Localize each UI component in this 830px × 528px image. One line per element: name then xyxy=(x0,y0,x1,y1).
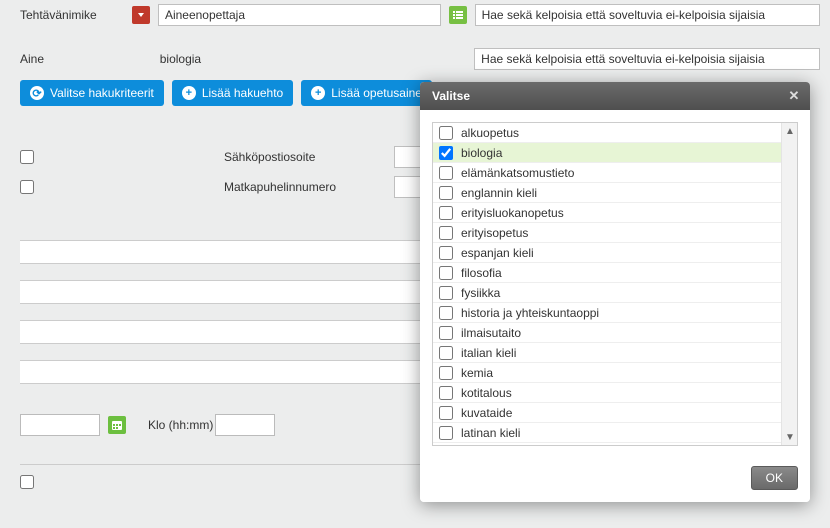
list-item[interactable]: filosofia xyxy=(433,263,781,283)
title-input[interactable]: Aineenopettaja xyxy=(158,4,441,26)
option-checkbox[interactable] xyxy=(439,366,453,380)
option-label: latinan kieli xyxy=(461,426,520,440)
option-label: kemia xyxy=(461,366,493,380)
refresh-icon: ⟳ xyxy=(30,86,44,100)
title-criteria-input[interactable]: Hae sekä kelpoisia että soveltuvia ei-ke… xyxy=(475,4,820,26)
option-checkbox[interactable] xyxy=(439,386,453,400)
list-item[interactable]: fysiikka xyxy=(433,283,781,303)
list-item[interactable]: biologia xyxy=(433,143,781,163)
calendar-icon[interactable] xyxy=(108,416,126,434)
modal-title: Valitse xyxy=(432,89,470,103)
option-checkbox[interactable] xyxy=(439,286,453,300)
scroll-down-icon[interactable]: ▼ xyxy=(782,429,798,445)
option-list: alkuopetus biologia elämänkatsomustieto eng… xyxy=(432,122,798,446)
option-checkbox[interactable] xyxy=(439,226,453,240)
option-label: ilmaisutaito xyxy=(461,326,521,340)
ok-button[interactable]: OK xyxy=(751,466,798,490)
list-item[interactable]: kotitalous xyxy=(433,383,781,403)
close-icon[interactable]: ✕ xyxy=(786,88,802,104)
modal-footer: OK xyxy=(420,458,810,502)
bottom-checkbox[interactable] xyxy=(20,475,34,489)
list-item[interactable]: historia ja yhteiskuntaoppi xyxy=(433,303,781,323)
option-checkbox[interactable] xyxy=(439,186,453,200)
option-label: italian kieli xyxy=(461,346,516,360)
collapse-icon[interactable] xyxy=(132,6,150,24)
title-label: Tehtävänimike xyxy=(20,8,124,22)
option-label: englannin kieli xyxy=(461,186,537,200)
add-criteria-label: Lisää hakuehto xyxy=(202,86,283,100)
plus-icon: + xyxy=(182,86,196,100)
klo-label: Klo (hh:mm) xyxy=(148,418,213,432)
option-label: kuvataide xyxy=(461,406,512,420)
subject-criteria-input[interactable]: Hae sekä kelpoisia että soveltuvia ei-ke… xyxy=(474,48,820,70)
option-checkbox[interactable] xyxy=(439,206,453,220)
add-subject-button[interactable]: + Lisää opetusaine xyxy=(301,80,432,106)
title-value: Aineenopettaja xyxy=(165,8,245,22)
add-subject-label: Lisää opetusaine xyxy=(331,86,422,100)
email-checkbox[interactable] xyxy=(20,150,34,164)
option-label: fysiikka xyxy=(461,286,500,300)
select-criteria-label: Valitse hakukriteerit xyxy=(50,86,154,100)
scroll-up-icon[interactable]: ▲ xyxy=(782,123,798,139)
select-criteria-button[interactable]: ⟳ Valitse hakukriteerit xyxy=(20,80,164,106)
option-label: filosofia xyxy=(461,266,502,280)
select-modal: Valitse ✕ alkuopetus biologia elämänkatsom… xyxy=(420,82,810,502)
title-row: Tehtävänimike Aineenopettaja Hae sekä ke… xyxy=(0,0,830,30)
option-checkbox[interactable] xyxy=(439,166,453,180)
subject-value: biologia xyxy=(158,52,441,66)
list-item[interactable]: latinan kieli xyxy=(433,423,781,443)
option-checkbox[interactable] xyxy=(439,346,453,360)
option-label: historia ja yhteiskuntaoppi xyxy=(461,306,599,320)
modal-header: Valitse ✕ xyxy=(420,82,810,110)
option-label: kotitalous xyxy=(461,386,512,400)
ok-label: OK xyxy=(766,471,783,485)
list-item[interactable]: espanjan kieli xyxy=(433,243,781,263)
option-checkbox[interactable] xyxy=(439,266,453,280)
klo-input[interactable] xyxy=(215,414,275,436)
list-item[interactable]: kemia xyxy=(433,363,781,383)
option-checkbox[interactable] xyxy=(439,246,453,260)
email-label: Sähköpostiosoite xyxy=(54,150,374,164)
option-checkbox[interactable] xyxy=(439,306,453,320)
list-item[interactable]: italian kieli xyxy=(433,343,781,363)
list-item[interactable]: alkuopetus xyxy=(433,123,781,143)
add-criteria-button[interactable]: + Lisää hakuehto xyxy=(172,80,293,106)
list-item[interactable]: erityisluokanopetus xyxy=(433,203,781,223)
modal-body: alkuopetus biologia elämänkatsomustieto eng… xyxy=(420,110,810,458)
list-item[interactable]: englannin kieli xyxy=(433,183,781,203)
option-label: espanjan kieli xyxy=(461,246,534,260)
list-item[interactable]: kuvataide xyxy=(433,403,781,423)
option-label: erityisluokanopetus xyxy=(461,206,564,220)
phone-label: Matkapuhelinnumero xyxy=(54,180,374,194)
phone-checkbox[interactable] xyxy=(20,180,34,194)
option-label: erityisopetus xyxy=(461,226,528,240)
list-item[interactable]: ilmaisutaito xyxy=(433,323,781,343)
option-list-scroll[interactable]: alkuopetus biologia elämänkatsomustieto eng… xyxy=(433,123,781,445)
option-checkbox[interactable] xyxy=(439,406,453,420)
scrollbar[interactable]: ▲ ▼ xyxy=(781,123,797,445)
list-item[interactable]: elämänkatsomustieto xyxy=(433,163,781,183)
plus-icon: + xyxy=(311,86,325,100)
subject-label: Aine xyxy=(20,52,124,66)
option-checkbox[interactable] xyxy=(439,326,453,340)
option-label: biologia xyxy=(461,146,502,160)
date-input[interactable] xyxy=(20,414,100,436)
title-criteria-value: Hae sekä kelpoisia että soveltuvia ei-ke… xyxy=(482,8,765,22)
list-icon[interactable] xyxy=(449,6,467,24)
option-checkbox[interactable] xyxy=(439,146,453,160)
option-checkbox[interactable] xyxy=(439,126,453,140)
option-label: alkuopetus xyxy=(461,126,519,140)
list-item[interactable]: erityisopetus xyxy=(433,223,781,243)
subject-criteria-value: Hae sekä kelpoisia että soveltuvia ei-ke… xyxy=(481,52,764,66)
option-label: elämänkatsomustieto xyxy=(461,166,574,180)
subject-row: Aine biologia Hae sekä kelpoisia että so… xyxy=(0,44,830,74)
option-checkbox[interactable] xyxy=(439,426,453,440)
